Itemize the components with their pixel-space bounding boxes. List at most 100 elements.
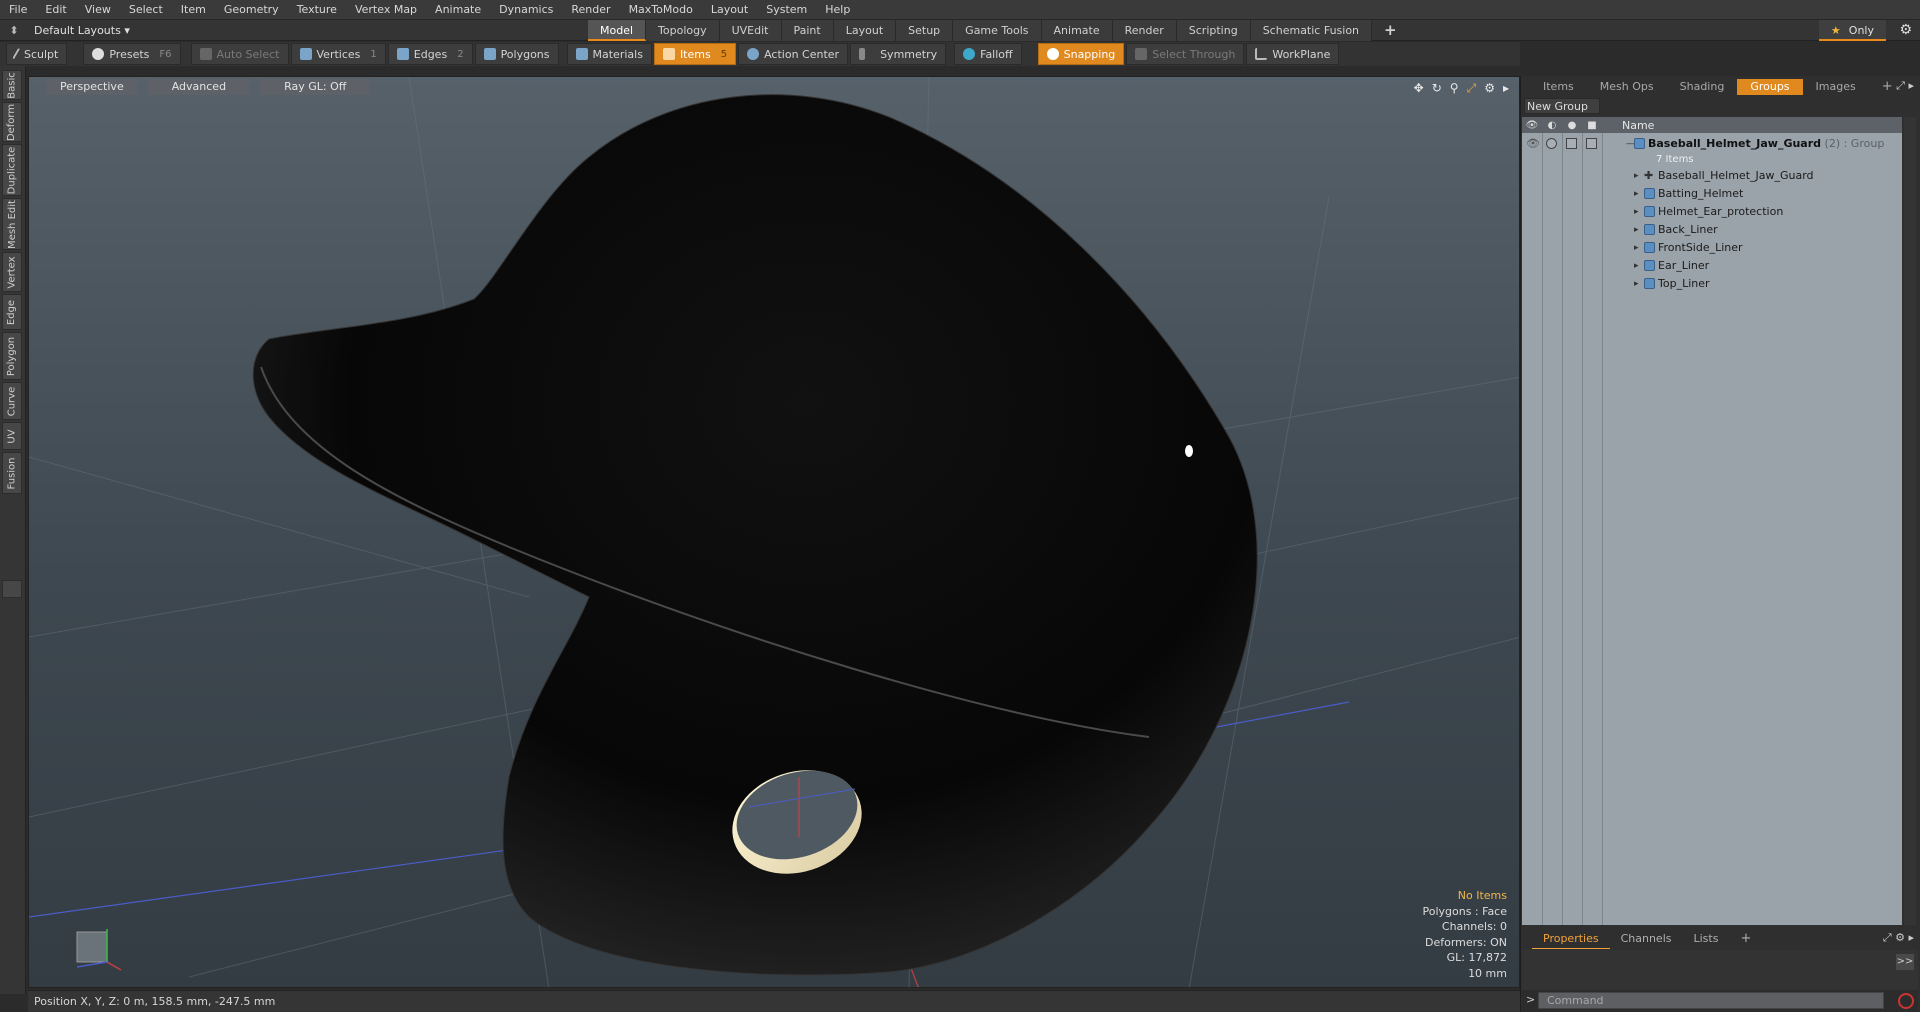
menu-select[interactable]: Select [120,0,172,20]
menu-help[interactable]: Help [816,0,859,20]
presets-button[interactable]: Presets F6 [83,43,181,65]
vtab-uv[interactable]: UV [2,422,22,450]
symmetry-button[interactable]: Symmetry [850,43,947,65]
gear-icon[interactable]: ⚙ [1899,20,1912,41]
command-input[interactable] [1538,992,1884,1009]
menu-render[interactable]: Render [562,0,619,20]
maximize-icon[interactable]: ⤢ [1467,81,1477,96]
edges-button[interactable]: Edges 2 [387,43,473,65]
group-child-row[interactable]: ▸ FrontSide_Liner [1522,239,1902,257]
view-perspective-button[interactable]: Perspective [46,79,138,95]
select-through-button[interactable]: Select Through [1126,43,1245,65]
tab-properties[interactable]: Properties [1532,930,1610,949]
tab-images[interactable]: Images [1803,79,1869,95]
lock-column-icon[interactable]: ● [1562,120,1582,131]
vtab-curve[interactable]: Curve [2,382,22,420]
3d-viewport[interactable]: ✥ ↻ ⚲ ⤢ ⚙ ▸ No Items Polygons : Face Cha… [28,76,1520,988]
select-column-icon[interactable]: ■ [1582,120,1602,131]
group-row[interactable]: 👁 — Baseball_Helmet_Jaw_Guard (2) : Grou… [1522,135,1902,165]
tab-paint[interactable]: Paint [781,19,834,41]
action-center-button[interactable]: Action Center [738,43,849,65]
menu-dynamics[interactable]: Dynamics [490,0,562,20]
menu-geometry[interactable]: Geometry [215,0,288,20]
menu-system[interactable]: System [757,0,816,20]
menu-animate[interactable]: Animate [426,0,490,20]
shading-advanced-button[interactable]: Advanced [147,79,251,95]
polygons-button[interactable]: Polygons [474,43,559,65]
vtab-duplicate[interactable]: Duplicate [2,144,22,196]
group-child-row[interactable]: ▸ Helmet_Ear_protection [1522,203,1902,221]
menu-maxtomodo[interactable]: MaxToModo [620,0,702,20]
tab-render[interactable]: Render [1112,19,1177,41]
rotate-icon[interactable]: ↻ [1432,81,1442,96]
zoom-icon[interactable]: ⚲ [1450,81,1459,96]
group-child-row[interactable]: ▸ Back_Liner [1522,221,1902,239]
menu-layout[interactable]: Layout [702,0,757,20]
raygl-button[interactable]: Ray GL: Off [260,79,371,95]
group-child-row[interactable]: ▸ Ear_Liner [1522,257,1902,275]
name-column-header[interactable]: Name [1622,119,1654,132]
tab-items[interactable]: Items [1530,79,1587,95]
group-child-row[interactable]: ▸ ✚ Baseball_Helmet_Jaw_Guard [1522,167,1902,185]
right-panel-tabs: Items Mesh Ops Shading Groups Images + ⤢… [1522,79,1918,95]
tab-channels[interactable]: Channels [1610,930,1683,948]
groups-scrollbar[interactable] [1904,117,1916,925]
workplane-button[interactable]: WorkPlane [1246,43,1340,65]
auto-select-button[interactable]: Auto Select [190,43,289,65]
tab-lists[interactable]: Lists [1683,930,1730,948]
tab-topology[interactable]: Topology [646,19,720,41]
record-icon[interactable] [1898,993,1914,1009]
eye-column-icon[interactable]: 👁 [1522,120,1542,131]
bottom-panel-options-icon[interactable]: ⤢ ⚙ ▸ [1883,931,1914,945]
sculpt-button[interactable]: Sculpt [6,43,68,65]
menu-texture[interactable]: Texture [288,0,346,20]
render-column-icon[interactable]: ◐ [1542,120,1562,131]
menu-file[interactable]: File [0,0,36,20]
tab-model[interactable]: Model [588,19,647,41]
tab-scripting[interactable]: Scripting [1176,19,1251,41]
vtab-vertex[interactable]: Vertex [2,252,22,292]
new-group-button[interactable]: New Group [1524,98,1600,114]
panel-expand-icon[interactable]: ⤢ ▸ [1896,79,1914,93]
panel-toggle-button[interactable] [2,580,22,598]
menu-edit[interactable]: Edit [36,0,75,20]
menu-item[interactable]: Item [172,0,215,20]
falloff-button[interactable]: Falloff [954,43,1022,65]
vtab-deform[interactable]: Deform [2,102,22,142]
layout-selector[interactable]: Default Layouts ▾ [28,24,588,37]
items-button[interactable]: Items 5 [653,43,737,65]
snapping-button[interactable]: Snapping [1037,43,1125,65]
tab-schematic-fusion[interactable]: Schematic Fusion [1250,19,1373,41]
vtab-polygon[interactable]: Polygon [2,332,22,380]
visibility-eye-icon[interactable]: 👁 [1526,135,1540,150]
vtab-fusion[interactable]: Fusion [2,452,22,494]
select-toggle[interactable] [1586,138,1597,149]
tab-layout[interactable]: Layout [833,19,897,41]
add-bottom-tab-icon[interactable]: + [1729,930,1762,948]
render-toggle[interactable] [1546,138,1557,149]
vtab-mesh-edit[interactable]: Mesh Edit [2,198,22,250]
tab-game-tools[interactable]: Game Tools [953,19,1042,41]
collapse-icon[interactable]: ⬍ [0,24,28,37]
materials-button[interactable]: Materials [566,43,652,65]
group-child-row[interactable]: ▸ Batting_Helmet [1522,185,1902,203]
add-tab-icon[interactable]: + [1372,20,1409,41]
tab-animate[interactable]: Animate [1041,19,1113,41]
viewport-settings-icon[interactable]: ⚙ [1484,81,1495,96]
tab-setup[interactable]: Setup [896,19,954,41]
vtab-edge[interactable]: Edge [2,294,22,330]
menu-view[interactable]: View [76,0,120,20]
viewport-menu-icon[interactable]: ▸ [1503,81,1509,96]
lock-toggle[interactable] [1566,138,1577,149]
tab-groups[interactable]: Groups [1737,79,1803,95]
only-button[interactable]: ★ Only [1818,20,1886,41]
group-child-row[interactable]: ▸ Top_Liner [1522,275,1902,293]
tab-mesh-ops[interactable]: Mesh Ops [1587,79,1667,95]
vertices-button[interactable]: Vertices 1 [290,43,386,65]
tab-shading[interactable]: Shading [1667,79,1738,95]
menu-vertex-map[interactable]: Vertex Map [346,0,426,20]
pan-icon[interactable]: ✥ [1414,81,1424,96]
expand-arrow-button[interactable]: >> [1896,954,1914,970]
tab-uvedit[interactable]: UVEdit [719,19,782,41]
vtab-basic[interactable]: Basic [2,70,22,100]
